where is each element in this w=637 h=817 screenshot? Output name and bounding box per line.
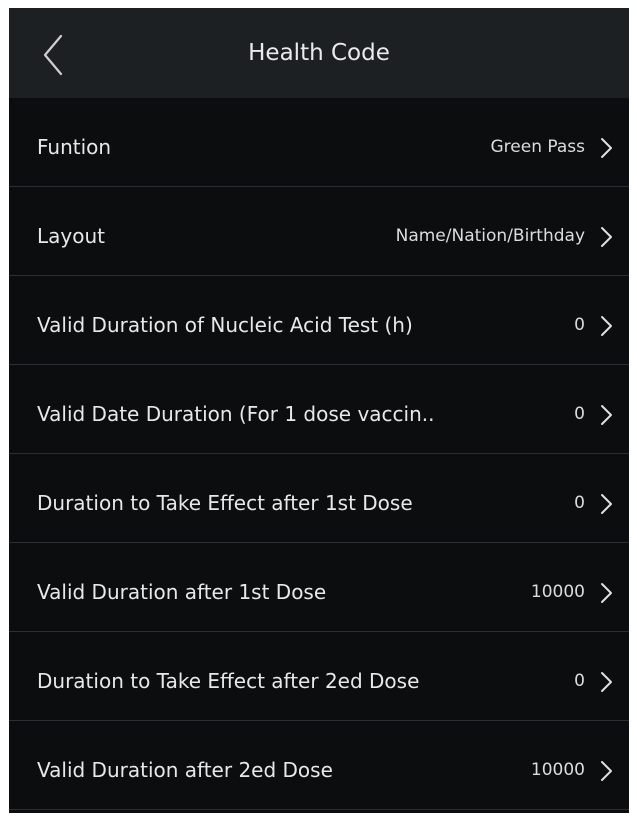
- setting-value: Name/Nation/Birthday: [395, 226, 585, 246]
- setting-row-layout[interactable]: Layout Name/Nation/Birthday: [9, 187, 629, 276]
- chevron-left-icon: [43, 34, 63, 76]
- setting-row-effect-after-2nd-dose[interactable]: Duration to Take Effect after 2ed Dose 0: [9, 632, 629, 721]
- setting-row-valid-after-1st-dose[interactable]: Valid Duration after 1st Dose 10000: [9, 543, 629, 632]
- chevron-right-icon: [599, 582, 613, 604]
- setting-label: Layout: [37, 224, 105, 248]
- back-button[interactable]: [35, 30, 75, 80]
- chevron-right-icon: [599, 226, 613, 248]
- chevron-right-icon: [599, 315, 613, 337]
- setting-label: Valid Duration of Nucleic Acid Test (h): [37, 313, 413, 337]
- setting-label: Valid Date Duration (For 1 dose vaccin..: [37, 402, 435, 426]
- setting-label: Funtion: [37, 135, 112, 159]
- chevron-right-icon: [599, 404, 613, 426]
- chevron-right-icon: [599, 137, 613, 159]
- setting-label: Valid Duration after 1st Dose: [37, 580, 327, 604]
- setting-row-one-dose-valid-date[interactable]: Valid Date Duration (For 1 dose vaccin..…: [9, 365, 629, 454]
- setting-row-function[interactable]: Funtion Green Pass: [9, 98, 629, 187]
- page-title: Health Code: [248, 40, 390, 66]
- setting-value: 10000: [530, 582, 585, 602]
- setting-label: Duration to Take Effect after 1st Dose: [37, 491, 413, 515]
- chevron-right-icon: [599, 493, 613, 515]
- setting-value: 0: [574, 671, 585, 691]
- setting-row-nucleic-acid-duration[interactable]: Valid Duration of Nucleic Acid Test (h) …: [9, 276, 629, 365]
- setting-label: Valid Duration after 2ed Dose: [37, 758, 333, 782]
- setting-value: 10000: [530, 760, 585, 780]
- health-code-screen: Health Code Funtion Green Pass Layout Na…: [9, 8, 629, 813]
- setting-value: Green Pass: [490, 137, 585, 157]
- setting-label: Duration to Take Effect after 2ed Dose: [37, 669, 420, 693]
- chevron-right-icon: [599, 671, 613, 693]
- header-bar: Health Code: [9, 8, 629, 98]
- setting-row-valid-after-2nd-dose[interactable]: Valid Duration after 2ed Dose 10000: [9, 721, 629, 810]
- settings-list: Funtion Green Pass Layout Name/Nation/Bi…: [9, 98, 629, 810]
- setting-value: 0: [574, 315, 585, 335]
- chevron-right-icon: [599, 760, 613, 782]
- setting-value: 0: [574, 493, 585, 513]
- setting-row-effect-after-1st-dose[interactable]: Duration to Take Effect after 1st Dose 0: [9, 454, 629, 543]
- setting-value: 0: [574, 404, 585, 424]
